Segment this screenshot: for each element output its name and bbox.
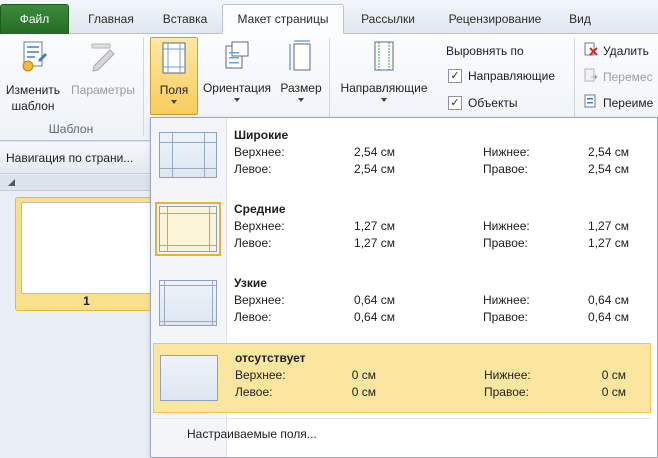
margin-label-right: Правое:: [483, 162, 528, 176]
margin-value-top: 0 см: [351, 368, 376, 382]
margin-value-left: 0 см: [351, 385, 376, 399]
margin-value-bottom: 0 см: [601, 368, 626, 382]
checkmark-icon: ✓: [448, 69, 462, 83]
delete-button[interactable]: Удалить: [584, 42, 649, 59]
margin-label-top: Верхнее:: [235, 368, 286, 382]
margin-label-bottom: Нижнее:: [483, 145, 530, 159]
pencil-ruler-icon: [66, 40, 140, 78]
group-separator: [143, 38, 144, 136]
margin-label-right: Правое:: [483, 236, 528, 250]
margin-label-left: Левое:: [234, 310, 272, 324]
tab-mailings[interactable]: Рассылки: [350, 5, 426, 34]
chevron-down-icon: [298, 98, 304, 102]
margins-none-icon: [160, 355, 218, 401]
margin-preset-medium[interactable]: Средние Верхнее: 1,27 см Левое: 1,27 см …: [153, 195, 651, 265]
chevron-down-icon: [234, 98, 240, 102]
margins-icon: [151, 42, 197, 78]
group-label-template: Шаблон: [48, 122, 94, 136]
parameters-button[interactable]: Параметры: [66, 40, 140, 98]
margin-value-bottom: 1,27 см: [588, 219, 629, 233]
move-icon: [584, 68, 598, 85]
orientation-button[interactable]: Ориентация: [200, 40, 274, 102]
margin-value-right: 0 см: [601, 385, 626, 399]
move-label: Перемес: [603, 69, 653, 84]
margin-preset-name: отсутствует: [235, 351, 306, 365]
margin-label-top: Верхнее:: [234, 219, 285, 233]
delete-icon: [584, 42, 598, 59]
rename-icon: [584, 94, 598, 111]
orientation-label: Ориентация: [202, 81, 272, 95]
margin-value-left: 0,64 см: [354, 310, 395, 324]
margins-medium-icon: [155, 202, 221, 256]
margins-wide-icon: [159, 132, 217, 178]
margin-label-left: Левое:: [234, 162, 272, 176]
tab-file[interactable]: Файл: [0, 4, 69, 34]
margin-value-top: 0,64 см: [354, 293, 395, 307]
move-button[interactable]: Перемес: [584, 68, 653, 85]
page-thumbnail-image: [21, 202, 152, 294]
ribbon-tab-bar: Файл Главная Вставка Макет страницы Расс…: [0, 0, 658, 34]
margin-preset-name: Средние: [234, 202, 286, 216]
align-objects-checkbox[interactable]: ✓ Объекты: [448, 96, 518, 110]
tab-insert[interactable]: Вставка: [150, 5, 220, 34]
margin-label-right: Правое:: [483, 310, 528, 324]
orientation-icon: [200, 40, 274, 76]
tab-view[interactable]: Вид: [562, 5, 598, 34]
template-icon: [4, 40, 62, 78]
page-size-icon: [276, 40, 326, 76]
guides-icon: [334, 40, 434, 76]
margins-dropdown-menu: Широкие Верхнее: 2,54 см Левое: 2,54 см …: [150, 117, 658, 458]
margin-label-left: Левое:: [234, 236, 272, 250]
tab-home[interactable]: Главная: [74, 5, 148, 34]
guides-button[interactable]: Направляющие: [334, 40, 434, 102]
margin-label-right: Правое:: [484, 385, 529, 399]
align-guides-label: Направляющие: [468, 69, 556, 83]
margin-value-left: 1,27 см: [354, 236, 395, 250]
margin-label-top: Верхнее:: [234, 145, 285, 159]
collapse-triangle-icon[interactable]: [8, 179, 15, 186]
tab-review[interactable]: Рецензирование: [432, 5, 558, 34]
chevron-down-icon: [171, 100, 177, 104]
margin-value-right: 2,54 см: [588, 162, 629, 176]
size-label: Размер: [280, 81, 322, 95]
page-thumbnail[interactable]: 1: [15, 197, 158, 311]
page-thumbnail-number: 1: [83, 294, 90, 308]
margin-value-left: 2,54 см: [354, 162, 395, 176]
margin-preset-wide[interactable]: Широкие Верхнее: 2,54 см Левое: 2,54 см …: [153, 121, 651, 191]
size-button[interactable]: Размер: [276, 40, 326, 102]
margin-preset-name: Узкие: [234, 276, 267, 290]
change-template-label-line1: Изменить: [5, 83, 61, 97]
margin-value-right: 1,27 см: [588, 236, 629, 250]
change-template-button[interactable]: Изменить шаблон: [4, 40, 62, 114]
margin-label-left: Левое:: [235, 385, 273, 399]
margin-preset-narrow[interactable]: Узкие Верхнее: 0,64 см Левое: 0,64 см Ни…: [153, 269, 651, 339]
margin-value-top: 2,54 см: [354, 145, 395, 159]
margins-button[interactable]: Поля: [150, 37, 198, 115]
margin-preset-none[interactable]: отсутствует Верхнее: 0 см Левое: 0 см Ни…: [153, 343, 651, 413]
align-title: Выровнять по: [446, 44, 524, 58]
margins-narrow-icon: [159, 280, 217, 326]
chevron-down-icon: [381, 98, 387, 102]
margin-label-bottom: Нижнее:: [483, 293, 530, 307]
checkmark-icon: ✓: [448, 96, 462, 110]
margin-value-right: 0,64 см: [588, 310, 629, 324]
guides-label: Направляющие: [340, 81, 428, 95]
custom-margins-item[interactable]: Настраиваемые поля...: [153, 418, 651, 448]
rename-label: Переиме: [603, 95, 654, 110]
delete-label: Удалить: [603, 43, 649, 58]
parameters-label: Параметры: [71, 83, 135, 97]
change-template-label-line2: шаблон: [11, 99, 55, 113]
margin-label-top: Верхнее:: [234, 293, 285, 307]
margin-value-bottom: 2,54 см: [588, 145, 629, 159]
margin-value-bottom: 0,64 см: [588, 293, 629, 307]
tab-page-layout[interactable]: Макет страницы: [222, 4, 344, 34]
align-guides-checkbox[interactable]: ✓ Направляющие: [448, 69, 555, 83]
margin-label-bottom: Нижнее:: [483, 219, 530, 233]
margin-preset-name: Широкие: [234, 128, 289, 142]
margins-label: Поля: [159, 83, 189, 97]
rename-button[interactable]: Переиме: [584, 94, 653, 111]
align-objects-label: Объекты: [468, 96, 518, 110]
margin-value-top: 1,27 см: [354, 219, 395, 233]
margin-label-bottom: Нижнее:: [484, 368, 531, 382]
